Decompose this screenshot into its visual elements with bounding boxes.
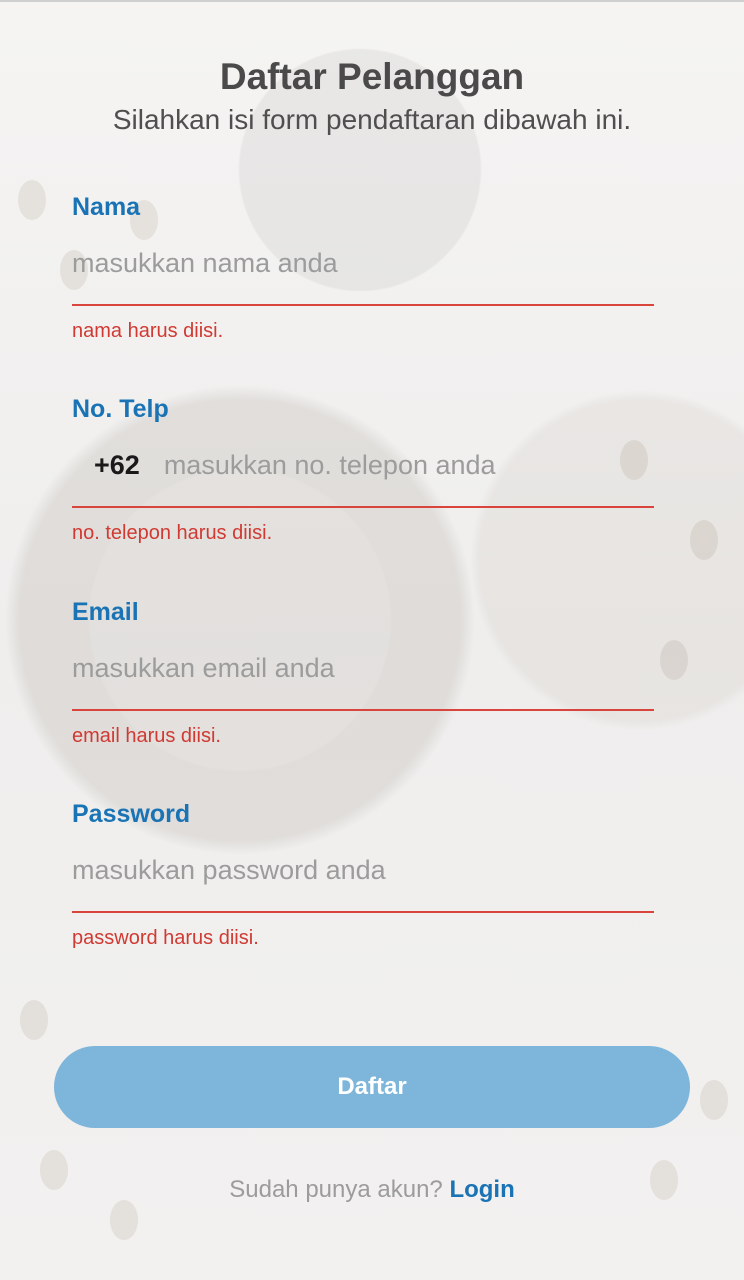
email-error: email harus diisi. [72, 725, 221, 747]
login-link[interactable]: Login [449, 1176, 514, 1203]
telp-input-row: +62 [72, 424, 654, 508]
email-label: Email [72, 598, 139, 626]
telp-error: no. telepon harus diisi. [72, 522, 273, 544]
email-input[interactable] [72, 652, 654, 684]
password-input-row [72, 829, 654, 913]
top-divider [0, 0, 744, 2]
password-input[interactable] [72, 854, 654, 886]
nama-error: nama harus diisi. [72, 320, 224, 342]
email-input-row [72, 627, 654, 711]
telp-label: No. Telp [72, 395, 169, 423]
login-prompt: Sudah punya akun? Login [0, 1174, 744, 1206]
password-error: password harus diisi. [72, 927, 259, 949]
email-field-group: Email email harus diisi. [72, 597, 654, 749]
password-field-group: Password password harus diisi. [72, 799, 654, 951]
telp-input[interactable] [163, 449, 654, 481]
login-prompt-text: Sudah punya akun? [229, 1176, 443, 1203]
nama-input[interactable] [72, 247, 654, 279]
page-subtitle: Silahkan isi form pendaftaran dibawah in… [112, 104, 632, 135]
telp-field-group: No. Telp +62 no. telepon harus diisi. [72, 394, 654, 546]
nama-input-row [72, 222, 654, 306]
nama-label: Nama [72, 193, 141, 221]
daftar-button[interactable]: Daftar [54, 1046, 690, 1128]
password-label: Password [72, 800, 191, 828]
nama-field-group: Nama nama harus diisi. [72, 192, 654, 344]
page-title: Daftar Pelanggan [219, 56, 525, 97]
page-header: Daftar Pelanggan Silahkan isi form penda… [0, 52, 744, 138]
country-code-prefix: +62 [94, 449, 140, 480]
